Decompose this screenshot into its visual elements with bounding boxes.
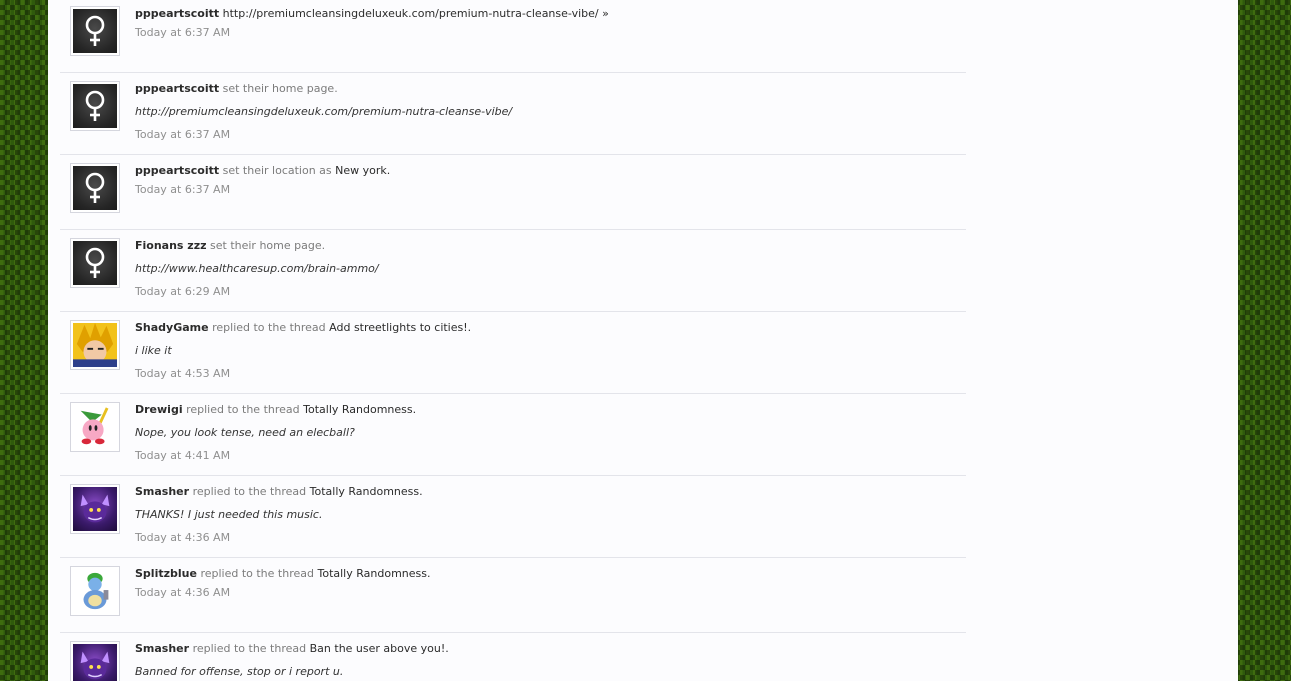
female-symbol-icon [73,9,117,53]
thread-link[interactable]: Ban the user above you!. [310,642,449,655]
user-avatar[interactable] [70,402,120,452]
username-link[interactable]: Splitzblue [135,567,197,580]
feed-item: pppeartscoitt http://premiumcleansingdel… [60,0,966,73]
timestamp: Today at 6:37 AM [135,26,231,39]
thread-link[interactable]: Totally Randomness. [303,403,416,416]
news-feed-list: pppeartscoitt http://premiumcleansingdel… [60,0,966,681]
reply-snippet: Nope, you look tense, need an elecball? [135,426,355,439]
female-symbol-icon [73,166,117,210]
thread-link[interactable]: Totally Randomness. [310,485,423,498]
thread-link[interactable]: Totally Randomness. [317,567,430,580]
timestamp: Today at 6:37 AM [135,128,231,141]
content-link[interactable]: http://premiumcleansingdeluxeuk.com/prem… [223,7,609,20]
feed-item: Smasher replied to the thread Ban the us… [60,633,966,681]
female-symbol-icon [73,241,117,285]
timestamp: Today at 4:36 AM [135,586,231,599]
action-text: set their home page. [210,239,326,252]
user-avatar[interactable] [70,641,120,681]
reply-snippet: i like it [135,344,172,357]
user-avatar[interactable] [70,163,120,213]
action-text: set their location as [222,164,332,177]
action-text: replied to the thread [186,403,300,416]
thread-link[interactable]: Add streetlights to cities!. [329,321,471,334]
user-avatar[interactable] [70,81,120,131]
timestamp: Today at 4:41 AM [135,449,231,462]
feed-item: pppeartscoitt set their home page. http:… [60,73,966,155]
news-feed-page: pppeartscoitt http://premiumcleansingdel… [48,0,1238,681]
user-avatar[interactable] [70,566,120,616]
action-text: replied to the thread [200,567,314,580]
user-avatar[interactable] [70,6,120,56]
feed-item: ShadyGame replied to the thread Add stre… [60,312,966,394]
action-text: replied to the thread [192,485,307,498]
user-avatar[interactable] [70,238,120,288]
username-link[interactable]: pppeartscoitt [135,82,219,95]
timestamp: Today at 4:53 AM [135,367,231,380]
username-link[interactable]: Fionans zzz [135,239,207,252]
blue-turtle-avatar [73,569,117,613]
purple-monster-avatar [73,644,117,681]
feed-item: pppeartscoitt set their location as New … [60,155,966,230]
timestamp: Today at 6:29 AM [135,285,231,298]
feed-item: Splitzblue replied to the thread Totally… [60,558,966,633]
reply-snippet: Banned for offense, stop or i report u. [135,665,344,678]
username-link[interactable]: pppeartscoitt [135,164,219,177]
location-text: New york. [335,164,391,177]
username-link[interactable]: ShadyGame [135,321,209,334]
feed-item: Smasher replied to the thread Totally Ra… [60,476,966,558]
anime-character-avatar [73,323,117,367]
home-page-url: http://premiumcleansingdeluxeuk.com/prem… [135,105,513,118]
username-link[interactable]: Smasher [135,642,189,655]
username-link[interactable]: Smasher [135,485,189,498]
user-avatar[interactable] [70,320,120,370]
home-page-url: http://www.healthcaresup.com/brain-ammo/ [135,262,379,275]
action-text: replied to the thread [212,321,326,334]
feed-item: Fionans zzz set their home page. http://… [60,230,966,312]
feed-item: Drewigi replied to the thread Totally Ra… [60,394,966,476]
purple-monster-avatar [73,487,117,531]
username-link[interactable]: Drewigi [135,403,183,416]
female-symbol-icon [73,84,117,128]
kirby-sword-avatar [73,405,117,449]
username-link[interactable]: pppeartscoitt [135,7,219,20]
timestamp: Today at 4:36 AM [135,531,231,544]
action-text: set their home page. [222,82,338,95]
user-avatar[interactable] [70,484,120,534]
timestamp: Today at 6:37 AM [135,183,231,196]
action-text: replied to the thread [192,642,307,655]
reply-snippet: THANKS! I just needed this music. [135,508,323,521]
